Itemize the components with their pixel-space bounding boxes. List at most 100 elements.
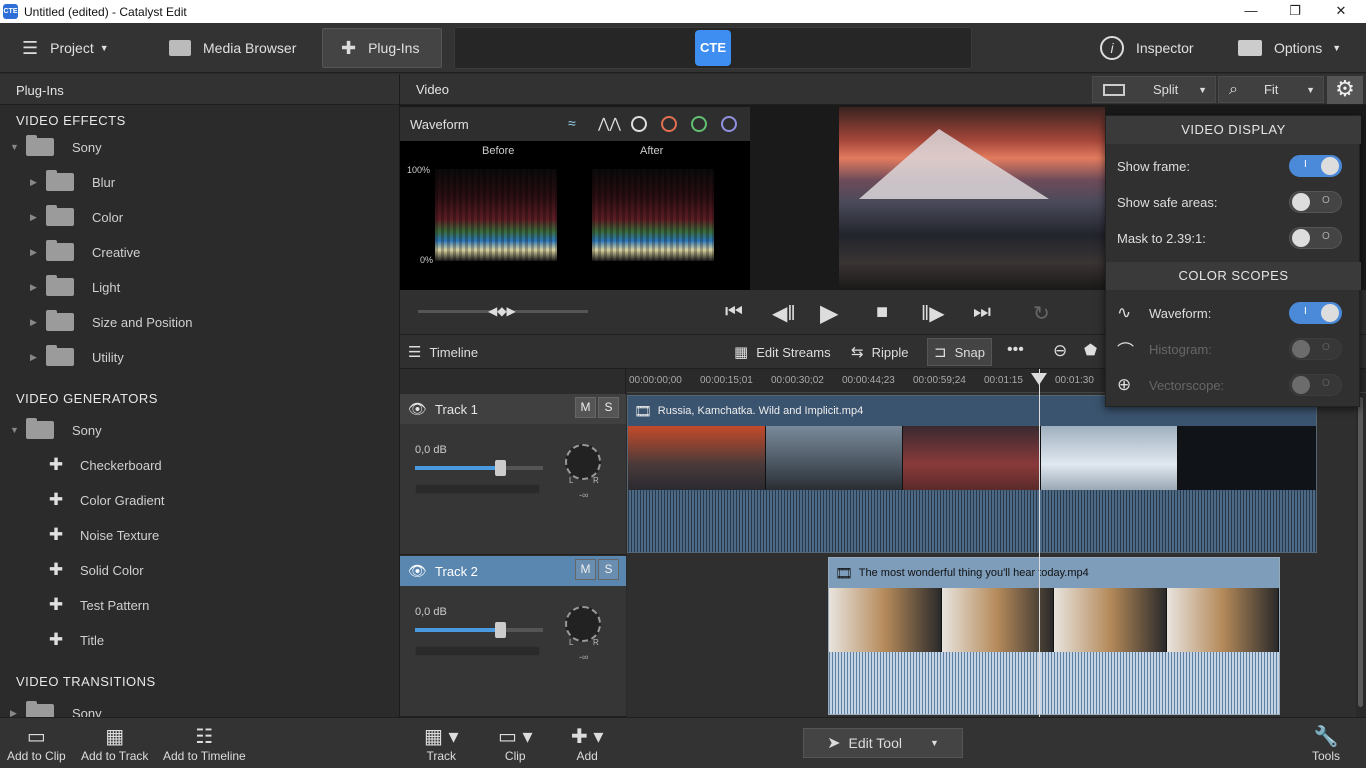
generator-color-gradient[interactable]: ✚ Color Gradient bbox=[46, 490, 165, 510]
zoom-out-icon[interactable]: ⊖ bbox=[1053, 341, 1067, 361]
vectorscope-row: ⊕ Vectorscope: O bbox=[1117, 372, 1352, 398]
generators-root-folder[interactable]: ▼ Sony bbox=[10, 418, 102, 440]
edit-tool-dropdown[interactable]: ➤ Edit Tool ▼ bbox=[803, 728, 963, 758]
generator-test-pattern[interactable]: ✚ Test Pattern bbox=[46, 595, 150, 615]
mute-button[interactable]: M bbox=[575, 397, 596, 418]
transitions-root-folder[interactable]: ▶ Sony bbox=[10, 701, 102, 717]
track-2-header[interactable]: 👁 Track 2 M S 0,0 dB L R -∞ bbox=[400, 556, 626, 717]
pan-left-label: L bbox=[569, 638, 574, 647]
project-menu-button[interactable]: ☰ Project ▼ bbox=[22, 28, 109, 68]
restore-button[interactable]: ❐ bbox=[1272, 0, 1318, 23]
show-frame-toggle[interactable]: I bbox=[1289, 155, 1342, 177]
minimize-button[interactable]: — bbox=[1228, 0, 1274, 23]
waveform-label: Waveform: bbox=[1149, 305, 1212, 321]
media-browser-button[interactable]: Media Browser bbox=[169, 28, 296, 68]
clip-thumbnails bbox=[829, 588, 1279, 652]
white-channel-icon[interactable] bbox=[631, 116, 647, 132]
folder-color[interactable]: ▶ Color bbox=[30, 205, 123, 227]
video-display-heading: VIDEO DISPLAY bbox=[1106, 116, 1361, 144]
edit-streams-button[interactable]: ▦ Edit Streams bbox=[734, 343, 831, 361]
add-to-timeline-button[interactable]: ☷ Add to Timeline bbox=[163, 724, 246, 763]
gear-icon[interactable]: ⚙ bbox=[1327, 76, 1363, 104]
ripple-label: Ripple bbox=[871, 344, 909, 360]
folder-size-position[interactable]: ▶ Size and Position bbox=[30, 310, 192, 332]
folder-icon bbox=[46, 310, 74, 331]
generator-solid-color[interactable]: ✚ Solid Color bbox=[46, 560, 144, 580]
vectorscope-label: Vectorscope: bbox=[1149, 377, 1225, 393]
tools-button[interactable]: 🔧 Tools bbox=[1312, 724, 1340, 763]
toolbox-icon bbox=[1238, 40, 1262, 56]
volume-slider[interactable] bbox=[415, 460, 543, 476]
film-icon: 🎞 bbox=[634, 402, 652, 419]
waveform-toggle[interactable]: I bbox=[1289, 302, 1342, 324]
split-dropdown[interactable]: Split ▼ bbox=[1092, 76, 1216, 103]
generator-checkerboard[interactable]: ✚ Checkerboard bbox=[46, 455, 162, 475]
eye-icon[interactable]: 👁 bbox=[408, 400, 427, 418]
red-channel-icon[interactable] bbox=[661, 116, 677, 132]
track-menu-button[interactable]: ▦ ▾ Track bbox=[424, 724, 459, 763]
close-button[interactable]: ✕ bbox=[1318, 0, 1364, 23]
plugins-panel-header: Plug-Ins bbox=[0, 74, 399, 105]
show-safe-areas-toggle[interactable]: O bbox=[1289, 191, 1342, 213]
vertical-scrollbar[interactable] bbox=[1356, 393, 1366, 717]
add-to-clip-button[interactable]: ▭ Add to Clip bbox=[7, 724, 66, 763]
mask-label: Mask to 2.39:1: bbox=[1117, 230, 1206, 246]
generator-title[interactable]: ✚ Title bbox=[46, 630, 104, 650]
track-1-header[interactable]: 👁 Track 1 M S 0,0 dB L R -∞ bbox=[400, 394, 626, 555]
folder-light[interactable]: ▶ Light bbox=[30, 275, 120, 297]
title-bar: CTE Untitled (edited) - Catalyst Edit — … bbox=[0, 0, 1366, 23]
track-name: Track 2 bbox=[435, 563, 478, 579]
waveform-mode-icon[interactable]: ≈ bbox=[568, 115, 576, 131]
green-channel-icon[interactable] bbox=[691, 116, 707, 132]
mask-toggle[interactable]: O bbox=[1289, 227, 1342, 249]
plugins-tab[interactable]: ✚ Plug-Ins bbox=[322, 28, 442, 68]
solo-button[interactable]: S bbox=[598, 559, 619, 580]
loop-icon[interactable]: ↻ bbox=[1033, 301, 1050, 326]
chevron-down-icon: ▼ bbox=[99, 43, 109, 53]
solo-button[interactable]: S bbox=[598, 397, 619, 418]
effects-root-folder[interactable]: ▼ Sony bbox=[10, 135, 102, 157]
pan-knob[interactable]: L R -∞ bbox=[565, 444, 601, 500]
go-to-start-icon[interactable]: ⏮ bbox=[725, 301, 743, 324]
play-icon[interactable]: ▶ bbox=[820, 299, 838, 328]
waveform-luma-icon[interactable]: ⋀⋀ bbox=[598, 115, 621, 132]
next-frame-icon[interactable]: ‖▶ bbox=[921, 301, 945, 326]
ripple-button[interactable]: ⇆ Ripple bbox=[851, 343, 908, 361]
add-menu-button[interactable]: ✚ ▾ Add bbox=[571, 724, 603, 763]
blue-channel-icon[interactable] bbox=[721, 116, 737, 132]
track-menu-label: Track bbox=[426, 749, 457, 763]
folder-icon bbox=[46, 275, 74, 296]
add-menu-label: Add bbox=[576, 749, 598, 763]
go-to-end-icon[interactable]: ⏭ bbox=[973, 301, 991, 324]
video-clip-2[interactable]: 🎞 The most wonderful thing you'll hear to… bbox=[828, 557, 1280, 715]
folder-utility[interactable]: ▶ Utility bbox=[30, 345, 124, 367]
vectorscope-toggle[interactable]: O bbox=[1289, 374, 1342, 396]
more-options-button[interactable]: ••• bbox=[1007, 341, 1024, 359]
generator-label: Test Pattern bbox=[80, 597, 150, 613]
inspector-button[interactable]: i Inspector bbox=[1100, 28, 1194, 68]
marker-icon[interactable]: ⬟ bbox=[1084, 341, 1097, 359]
options-button[interactable]: Options ▼ bbox=[1238, 28, 1341, 68]
video-generators-heading: VIDEO GENERATORS bbox=[16, 391, 158, 406]
previous-frame-icon[interactable]: ◀‖ bbox=[772, 301, 796, 326]
mute-button[interactable]: M bbox=[575, 559, 596, 580]
add-to-track-button[interactable]: ▦ Add to Track bbox=[81, 724, 148, 763]
folder-icon bbox=[46, 205, 74, 226]
shuttle-slider[interactable]: ◀◆▶ bbox=[418, 304, 588, 318]
folder-creative[interactable]: ▶ Creative bbox=[30, 240, 140, 262]
level-meter bbox=[415, 484, 540, 494]
pan-knob[interactable]: L R -∞ bbox=[565, 606, 601, 662]
video-clip-1[interactable]: 🎞 Russia, Kamchatka. Wild and Implicit.mp… bbox=[627, 395, 1317, 553]
clip-menu-button[interactable]: ▭ ▾ Clip bbox=[498, 724, 533, 763]
eye-icon[interactable]: 👁 bbox=[408, 562, 427, 580]
folder-blur[interactable]: ▶ Blur bbox=[30, 170, 115, 192]
magnifier-icon: ⌕ bbox=[1229, 80, 1238, 98]
generator-noise-texture[interactable]: ✚ Noise Texture bbox=[46, 525, 159, 545]
snap-toggle[interactable]: ⊐ Snap bbox=[927, 338, 992, 366]
playhead[interactable] bbox=[1031, 369, 1047, 717]
zoom-fit-dropdown[interactable]: ⌕ Fit ▼ bbox=[1218, 76, 1324, 103]
scale-bottom-label: 0% bbox=[420, 255, 434, 265]
volume-slider[interactable] bbox=[415, 622, 543, 638]
histogram-toggle[interactable]: O bbox=[1289, 338, 1342, 360]
stop-icon[interactable]: ■ bbox=[876, 301, 888, 324]
